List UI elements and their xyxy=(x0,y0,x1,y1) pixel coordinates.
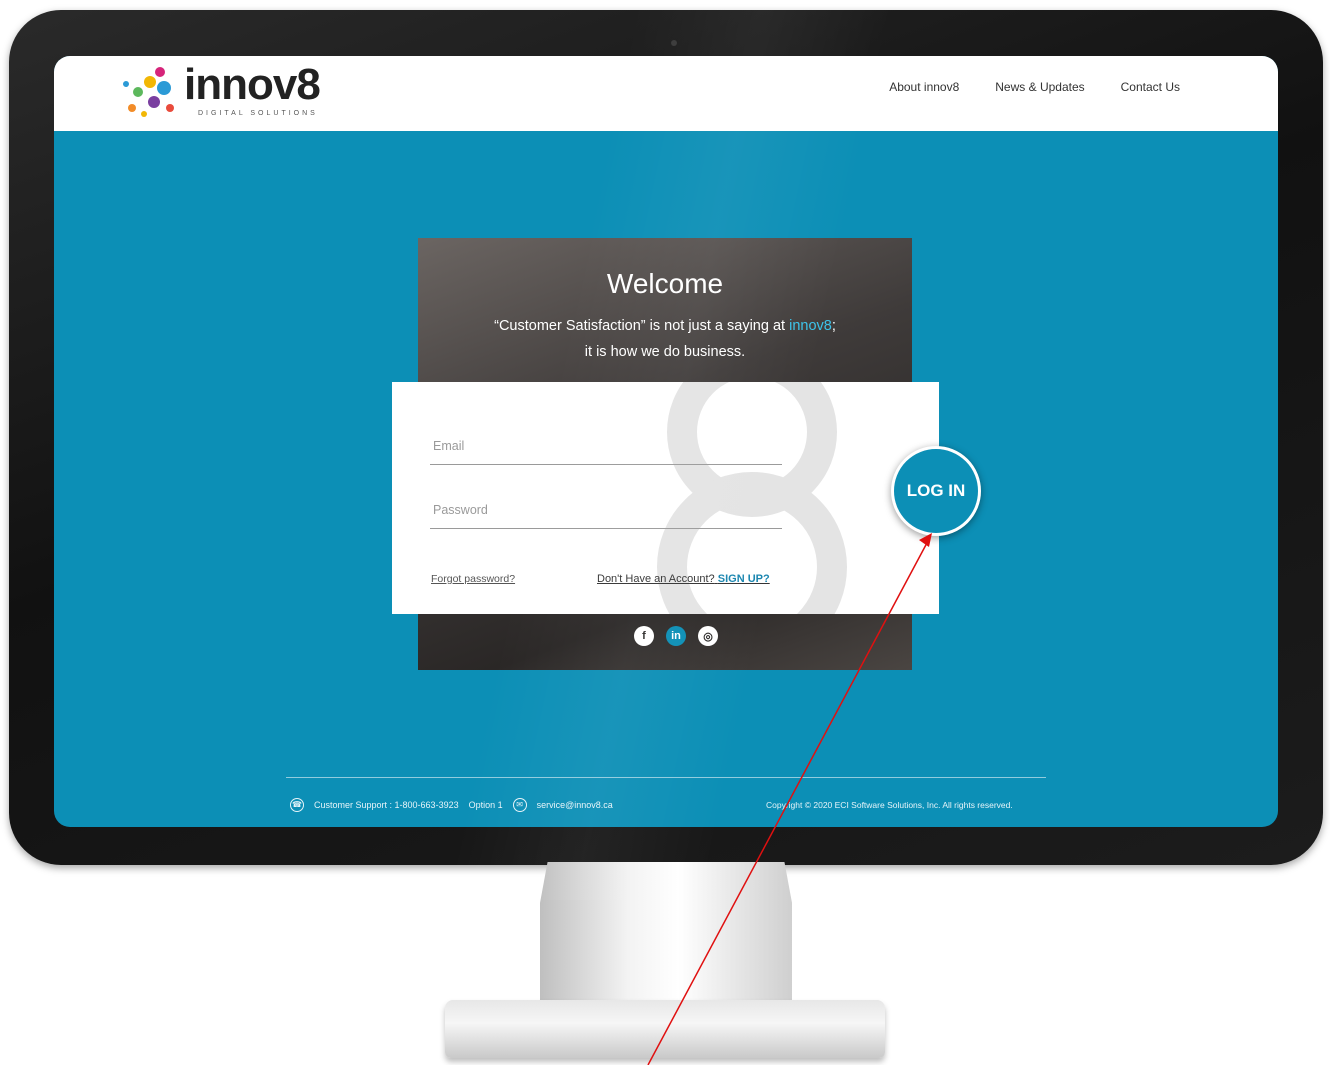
signup-link[interactable]: Don't Have an Account? SIGN UP? xyxy=(597,573,770,585)
facebook-icon[interactable]: f xyxy=(634,626,654,646)
footer-contact: ☎ Customer Support : 1-800-663-3923 Opti… xyxy=(290,798,613,812)
social-links: f in ◎ xyxy=(634,626,718,646)
support-phone: Customer Support : 1-800-663-3923 xyxy=(314,800,459,810)
instagram-icon[interactable]: ◎ xyxy=(698,626,718,646)
monitor-stand-base xyxy=(445,1000,885,1058)
screen: innov8 DIGITAL SOLUTIONS About innov8 Ne… xyxy=(54,56,1278,827)
logo-tagline: DIGITAL SOLUTIONS xyxy=(198,110,318,117)
tagline-brand: innov8 xyxy=(789,318,832,334)
welcome-title: Welcome xyxy=(606,268,724,299)
support-email-link[interactable]: service@innov8.ca xyxy=(537,800,613,810)
email-input[interactable] xyxy=(430,428,782,464)
signup-prefix: Don't Have an Account? xyxy=(597,573,715,585)
linkedin-icon[interactable]: in xyxy=(666,626,686,646)
forgot-password-link[interactable]: Forgot password? xyxy=(431,573,515,585)
login-button[interactable]: LOG IN xyxy=(891,446,981,536)
nav-contact-us[interactable]: Contact Us xyxy=(1121,80,1180,94)
copyright: Copyright © 2020 ECI Software Solutions,… xyxy=(766,800,1013,810)
logo[interactable]: innov8 DIGITAL SOLUTIONS xyxy=(114,58,374,124)
tagline-line2: it is how we do business. xyxy=(584,344,746,360)
main-nav: About innov8 News & Updates Contact Us xyxy=(889,80,1180,94)
signup-cta: SIGN UP? xyxy=(717,573,770,585)
site-header: innov8 DIGITAL SOLUTIONS About innov8 Ne… xyxy=(54,56,1278,131)
password-field[interactable] xyxy=(430,492,782,529)
webcam xyxy=(671,40,677,46)
welcome-tagline: “Customer Satisfaction” is not just a sa… xyxy=(418,313,912,365)
tagline-text: “Customer Satisfaction” is not just a sa… xyxy=(494,318,790,334)
footer-divider xyxy=(286,777,1046,778)
login-form: Forgot password? Don't Have an Account? … xyxy=(392,382,939,614)
logo-mark-icon xyxy=(123,67,174,117)
nav-about[interactable]: About innov8 xyxy=(889,80,959,94)
logo-wordmark: innov8 xyxy=(184,60,321,109)
phone-icon: ☎ xyxy=(290,798,304,812)
monitor-stand-neck xyxy=(540,862,792,1012)
support-option: Option 1 xyxy=(468,800,503,810)
tagline-punct: ; xyxy=(831,318,836,334)
mail-icon: ✉ xyxy=(512,798,527,812)
nav-news-updates[interactable]: News & Updates xyxy=(995,80,1084,94)
password-input[interactable] xyxy=(430,492,782,528)
email-field[interactable] xyxy=(430,428,782,465)
